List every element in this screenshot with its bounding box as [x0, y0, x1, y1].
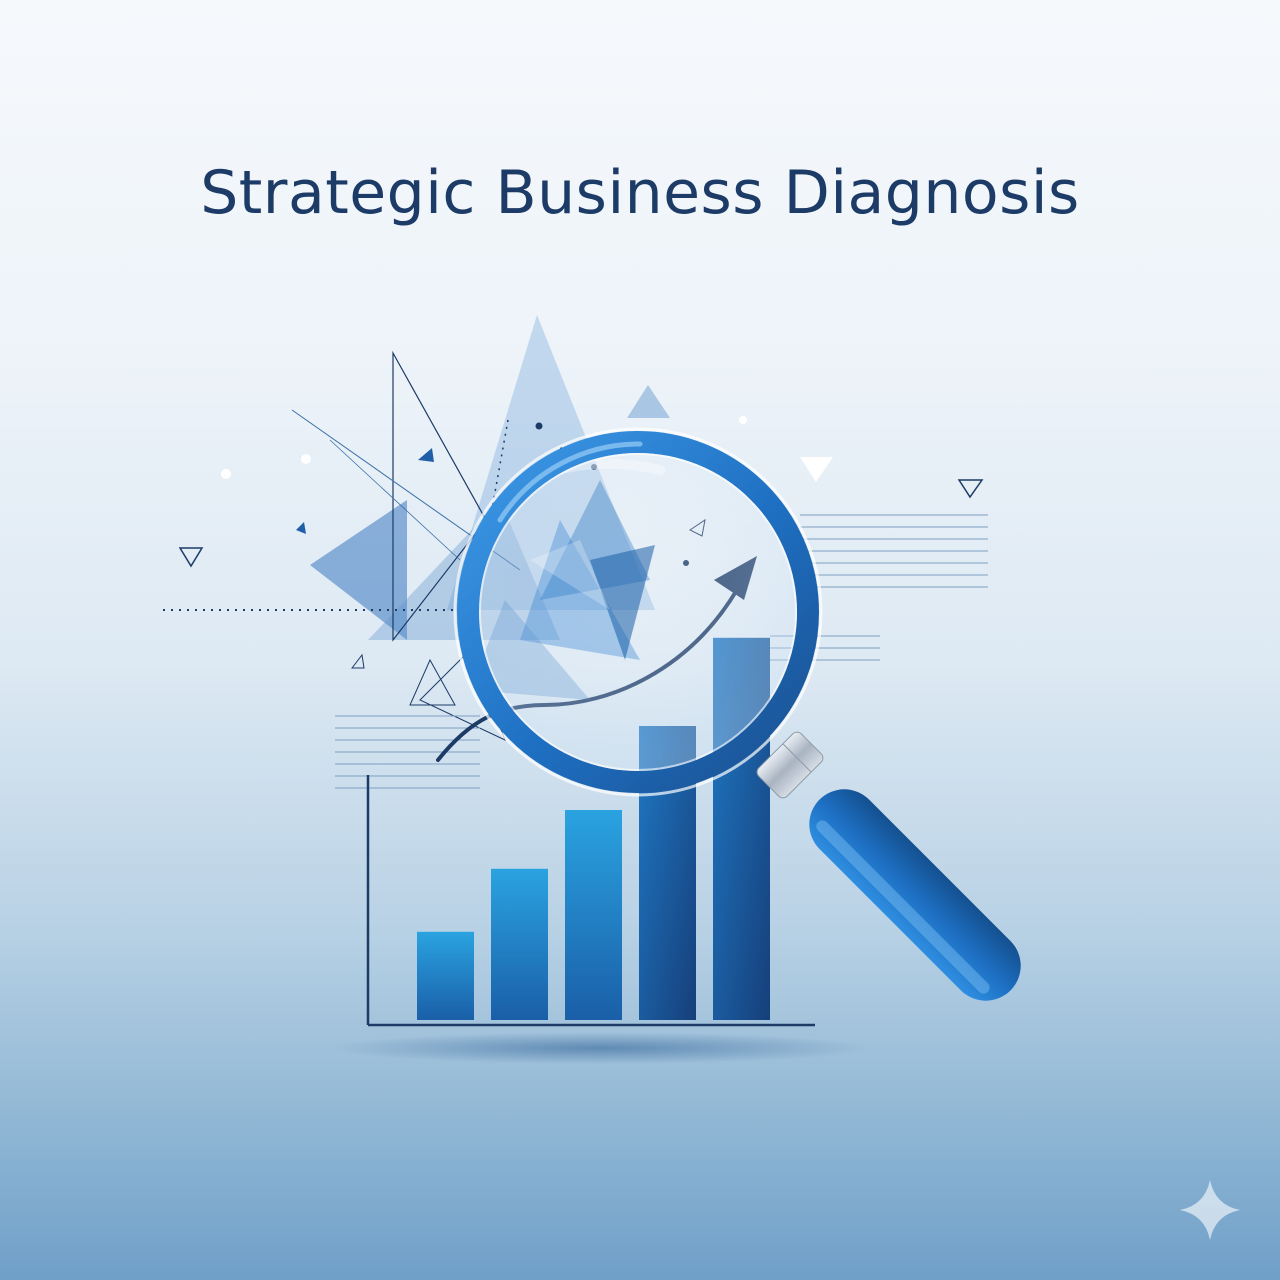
- chart-bar: [565, 810, 622, 1020]
- chart-bar: [491, 868, 548, 1020]
- handle: [809, 789, 1021, 1001]
- chart-bar: [417, 931, 474, 1020]
- dot: [221, 469, 231, 479]
- small-triangle-icon: [296, 522, 306, 534]
- business-diagnosis-illustration: [163, 315, 1240, 1240]
- sparkle-icon: [1180, 1180, 1240, 1240]
- small-triangle-icon: [418, 448, 434, 462]
- small-triangle-icon: [350, 653, 365, 669]
- dot: [301, 454, 311, 464]
- triangle-outline: [409, 658, 456, 706]
- hatch-lines-left: [335, 715, 480, 789]
- dot: [535, 422, 543, 430]
- dot: [739, 416, 747, 424]
- ground-shadow: [330, 1032, 870, 1064]
- triangle-shape: [627, 385, 670, 418]
- hatch-lines-right: [800, 514, 988, 588]
- small-triangle-icon: [800, 457, 833, 482]
- small-triangle-icon: [957, 479, 984, 499]
- small-triangle-icon: [178, 547, 204, 568]
